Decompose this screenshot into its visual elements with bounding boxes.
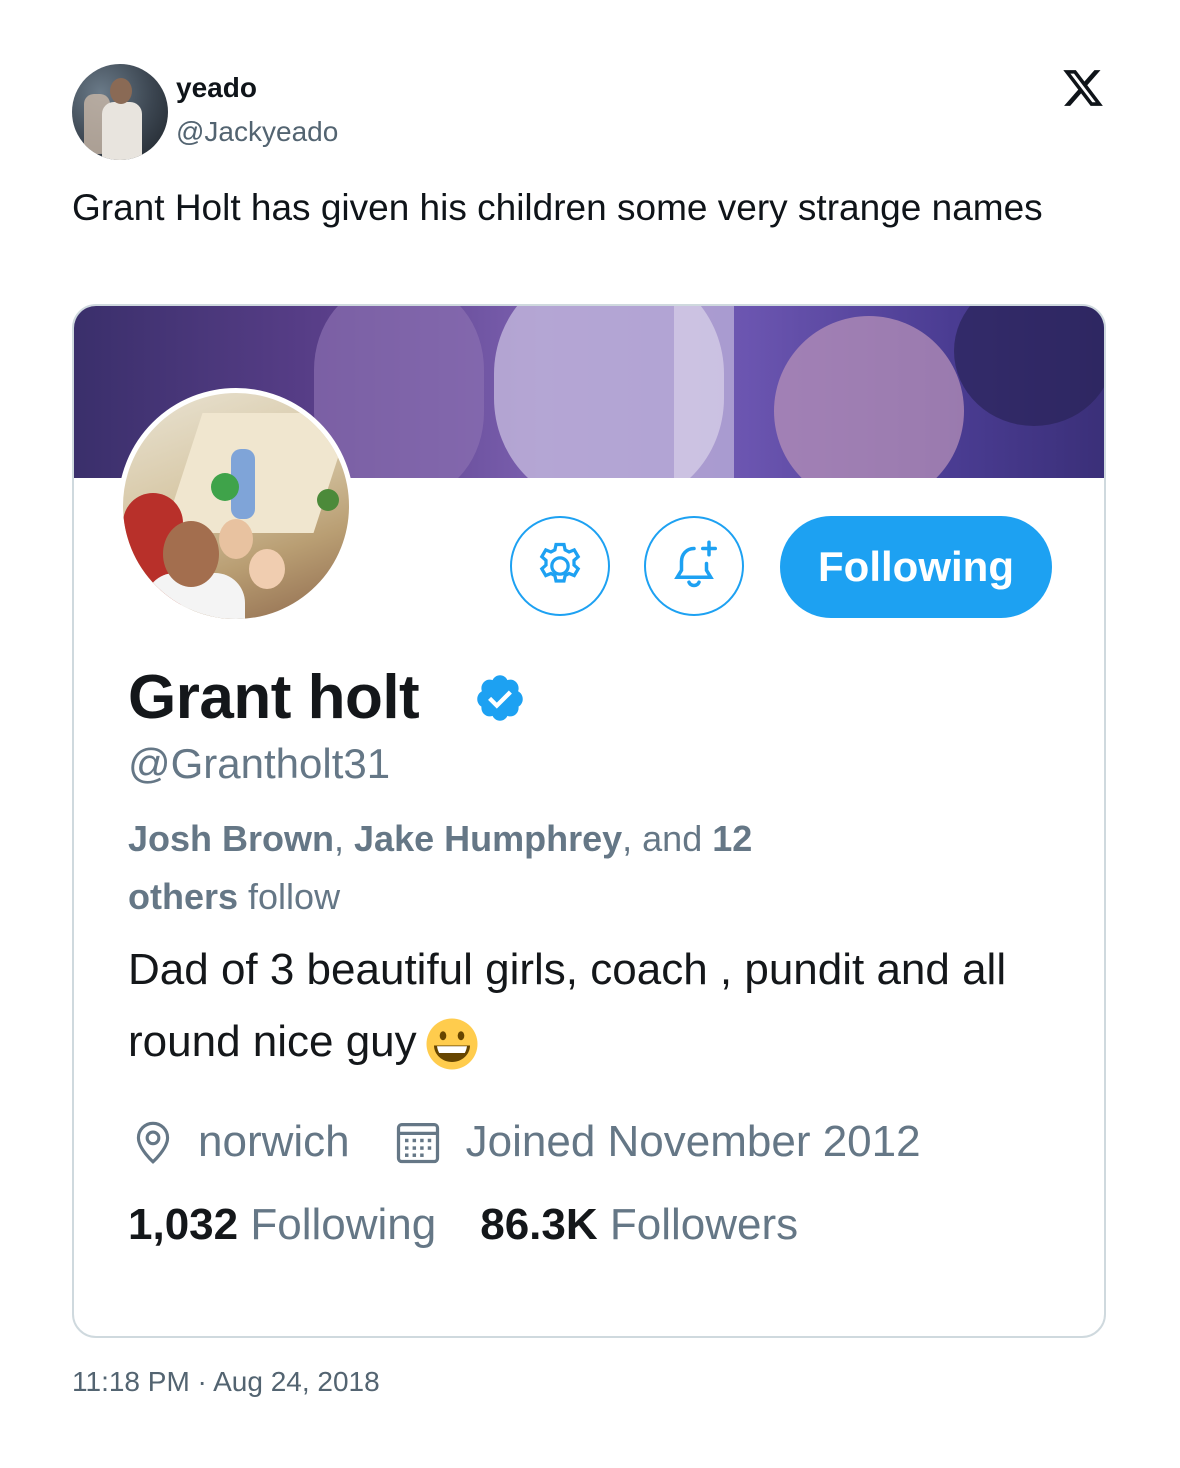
following-count-link[interactable]: 1,032 Following (128, 1200, 436, 1250)
joined-text: Joined November 2012 (465, 1117, 921, 1166)
location-item: norwich (128, 1117, 350, 1167)
profile-bio: Dad of 3 beautiful girls, coach , pundit… (128, 934, 1058, 1078)
gear-icon (539, 542, 581, 583)
location-text: norwich (198, 1117, 350, 1166)
joined-item: Joined November 2012 (392, 1116, 921, 1168)
x-logo-icon[interactable] (1060, 66, 1106, 110)
profile-photo (118, 388, 354, 624)
tweet-text: Grant Holt has given his children some v… (72, 187, 1043, 228)
location-pin-icon (136, 1121, 170, 1164)
followed-by-text: Josh Brown, Jake Humphrey, and 12 others … (128, 818, 753, 917)
profile-handle: @Grantholt31 (128, 740, 391, 787)
verified-badge-icon (477, 675, 523, 721)
followed-by-count: 12 (712, 818, 753, 859)
following-button[interactable]: Following (780, 516, 1052, 618)
bell-plus-icon (674, 540, 717, 588)
notifications-button[interactable] (644, 516, 744, 616)
calendar-icon (396, 1123, 439, 1164)
followed-by-name-1: Josh Brown (128, 818, 335, 859)
embedded-profile-screenshot[interactable]: Following Grant holt @Grantholt31 Josh B… (72, 304, 1106, 1338)
followers-count-link[interactable]: 86.3K Followers (480, 1200, 798, 1250)
settings-button[interactable] (510, 516, 610, 616)
profile-name: Grant holt (128, 663, 420, 732)
followers-count: 86.3K (480, 1200, 598, 1249)
author-name[interactable]: yeado (176, 72, 257, 104)
grinning-face-emoji (426, 1018, 478, 1070)
author-handle[interactable]: @Jackyeado (176, 116, 338, 148)
profile-meta: norwich Joined November 2012 (128, 1112, 921, 1172)
follow-counts: 1,032 Following 86.3K Followers (128, 1200, 798, 1250)
following-label: Following (250, 1200, 437, 1249)
author-avatar[interactable] (72, 64, 168, 160)
followed-by-others: others (128, 876, 239, 917)
followers-label: Followers (609, 1200, 799, 1249)
following-count: 1,032 (128, 1200, 239, 1249)
followed-by-name-2: Jake Humphrey (354, 818, 623, 859)
tweet-timestamp[interactable]: 11:18 PM · Aug 24, 2018 (72, 1366, 380, 1398)
